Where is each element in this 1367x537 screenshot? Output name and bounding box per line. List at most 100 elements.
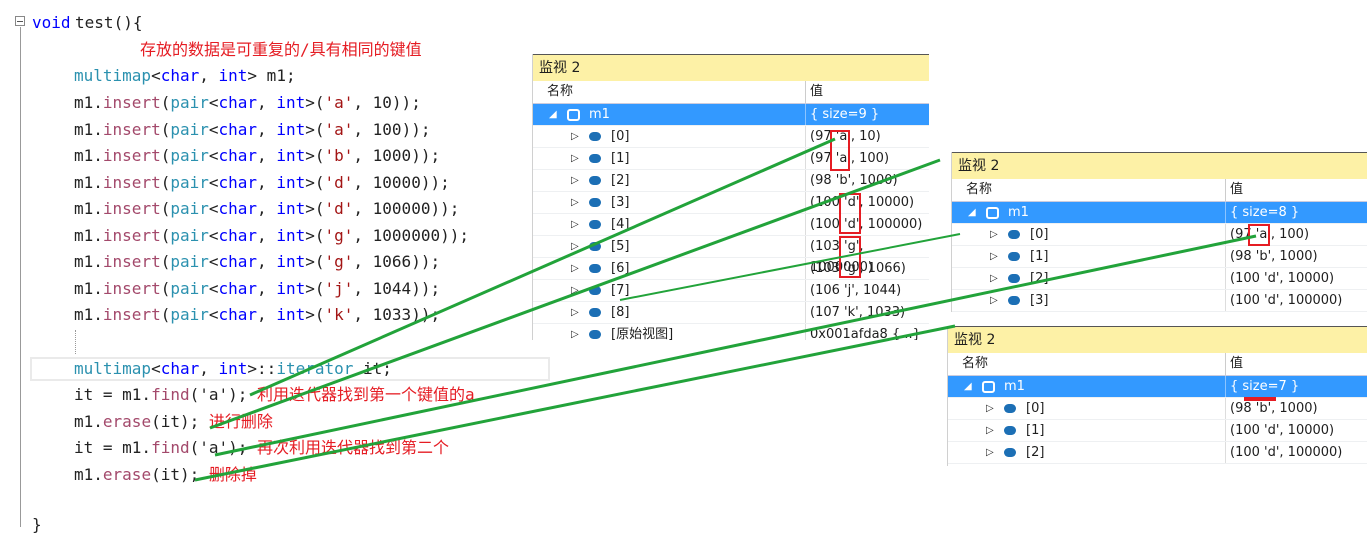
watch-row[interactable]: ▷ [4] (100 'd', 100000) — [533, 214, 929, 236]
punct: >( — [305, 93, 325, 112]
code-line-insert: m1.insert(pair<char, int>('d', 100000)); — [74, 196, 459, 220]
expand-triangle-icon[interactable]: ▷ — [990, 224, 998, 245]
code-editor[interactable]: void test(){ 存放的数据是可重复的/具有相同的键值 multimap… — [0, 0, 560, 536]
punct: ( — [160, 93, 171, 112]
expand-triangle-icon[interactable]: ▷ — [571, 302, 579, 323]
expand-triangle-icon[interactable]: ▷ — [571, 280, 579, 301]
collapse-triangle-icon[interactable]: ◢ — [968, 202, 976, 223]
watch-row[interactable]: ▷ [2] (100 'd', 100000) — [948, 442, 1367, 464]
punct: >( — [305, 146, 325, 165]
punct: , — [257, 225, 277, 245]
punct: , — [353, 252, 373, 271]
watch-row[interactable]: ▷ [0] (98 'b', 1000) — [948, 398, 1367, 420]
annotation-text: 删除掉 — [208, 464, 257, 484]
object-ref: m1. — [74, 146, 103, 165]
watch-row[interactable]: ▷ [6] (103 'g', 1066) — [533, 258, 929, 280]
code-line-insert: m1.insert(pair<char, int>('d', 10000)); — [74, 170, 450, 194]
number-literal: 10000 — [372, 172, 421, 192]
watch-row[interactable]: ▷ [2] (98 'b', 1000) — [533, 170, 929, 192]
punct: < — [208, 199, 219, 218]
field-icon — [1004, 448, 1016, 457]
keyword: char — [218, 93, 258, 112]
punct: , — [353, 305, 373, 324]
char-literal: 'g' — [324, 225, 354, 245]
expand-triangle-icon[interactable]: ▷ — [571, 192, 579, 213]
expand-triangle-icon[interactable]: ▷ — [571, 324, 579, 340]
punct: < — [208, 305, 219, 324]
watch-row[interactable]: ▷ [3] (100 'd', 10000) — [533, 192, 929, 214]
type-name: pair — [170, 199, 209, 218]
keyword: char — [218, 172, 258, 192]
keyword: int — [276, 93, 306, 112]
expand-triangle-icon[interactable]: ▷ — [986, 442, 994, 463]
code-line-statement: m1.erase(it); 进行删除 — [74, 409, 273, 433]
watch-row-root[interactable]: ◢ m1 { size=9 } — [533, 104, 929, 126]
column-header-value[interactable]: 值 — [1225, 353, 1243, 375]
watch-row[interactable]: ▷ [8] (107 'k', 1033) — [533, 302, 929, 324]
watch-row[interactable]: ▷ [2] (100 'd', 10000) — [952, 268, 1367, 290]
column-header-name[interactable]: 名称 — [966, 179, 992, 201]
watch-row[interactable]: ▷ [1] (98 'b', 1000) — [952, 246, 1367, 268]
field-icon — [589, 154, 601, 163]
expand-triangle-icon[interactable]: ▷ — [986, 398, 994, 419]
collapse-icon[interactable] — [15, 16, 25, 26]
watch-header: 名称 值 — [533, 81, 929, 104]
code-line-insert: m1.insert(pair<char, int>('g', 1000000))… — [74, 223, 469, 247]
punct: >( — [305, 225, 325, 245]
collapse-triangle-icon[interactable]: ◢ — [964, 376, 972, 397]
expand-triangle-icon[interactable]: ▷ — [571, 236, 579, 257]
watch-item-name: [0] — [611, 129, 630, 144]
type-name: pair — [170, 225, 209, 245]
punct: < — [208, 278, 219, 298]
code-line-declaration: multimap<char, int> m1; — [74, 63, 296, 87]
collapse-triangle-icon[interactable]: ◢ — [549, 104, 557, 125]
expand-triangle-icon[interactable]: ▷ — [986, 420, 994, 441]
watch-row-root[interactable]: ◢ m1 { size=8 } — [952, 202, 1367, 224]
watch-row[interactable]: ▷ [0] (97 'a', 100) — [952, 224, 1367, 246]
punct: , — [353, 172, 373, 192]
keyword: int — [276, 146, 306, 165]
column-header-value[interactable]: 值 — [805, 81, 823, 103]
punct: (){ — [113, 13, 143, 32]
punct: , — [353, 146, 373, 165]
field-icon — [1008, 274, 1020, 283]
keyword: char — [218, 119, 258, 139]
expand-triangle-icon[interactable]: ▷ — [571, 170, 579, 191]
column-header-value[interactable]: 值 — [1225, 179, 1243, 201]
watch-item-value: (100 'd', 10000) — [1225, 268, 1334, 289]
code-args: ('a'); — [189, 438, 248, 457]
number-literal: 100000 — [372, 199, 431, 218]
watch-item-name: [3] — [611, 195, 630, 210]
field-icon — [589, 286, 601, 295]
keyword: int — [276, 119, 306, 139]
watch-row[interactable]: ▷ [5] (103 'g', 1000000) — [533, 236, 929, 275]
watch-item-value: (98 'b', 1000) — [1225, 246, 1318, 267]
code-line-insert: m1.insert(pair<char, int>('a', 100)); — [74, 117, 430, 141]
expand-triangle-icon[interactable]: ▷ — [571, 258, 579, 279]
column-header-name[interactable]: 名称 — [962, 353, 988, 375]
watch-row[interactable]: ▷ [原始视图] 0x001afda8 {...} — [533, 324, 929, 340]
watch-row[interactable]: ▷ [0] (97 'a', 10) — [533, 126, 929, 148]
expand-triangle-icon[interactable]: ▷ — [990, 290, 998, 311]
field-icon — [589, 330, 601, 339]
watch-item-value: (100 'd', 10000) — [1225, 420, 1334, 441]
expand-triangle-icon[interactable]: ▷ — [990, 268, 998, 289]
column-header-name[interactable]: 名称 — [547, 81, 573, 103]
expand-triangle-icon[interactable]: ▷ — [571, 214, 579, 235]
variable: m1; — [257, 66, 296, 85]
code-args: (it); — [151, 464, 200, 484]
watch-row[interactable]: ▷ [1] (100 'd', 10000) — [948, 420, 1367, 442]
function-name: test — [75, 13, 114, 32]
watch-row[interactable]: ▷ [3] (100 'd', 100000) — [952, 290, 1367, 312]
expand-triangle-icon[interactable]: ▷ — [990, 246, 998, 267]
highlight-box-d — [839, 193, 861, 234]
expand-triangle-icon[interactable]: ▷ — [571, 126, 579, 147]
expand-triangle-icon[interactable]: ▷ — [571, 148, 579, 169]
watch-row[interactable]: ▷ [7] (106 'j', 1044) — [533, 280, 929, 302]
code-line-closing-brace: } — [32, 512, 42, 536]
watch-row-root[interactable]: ◢ m1 { size=7 } — [948, 376, 1367, 398]
method-name: insert — [102, 225, 161, 245]
watch-row[interactable]: ▷ [1] (97 'a', 100) — [533, 148, 929, 170]
object-ref: m1. — [74, 305, 103, 324]
method-name: insert — [102, 252, 161, 271]
